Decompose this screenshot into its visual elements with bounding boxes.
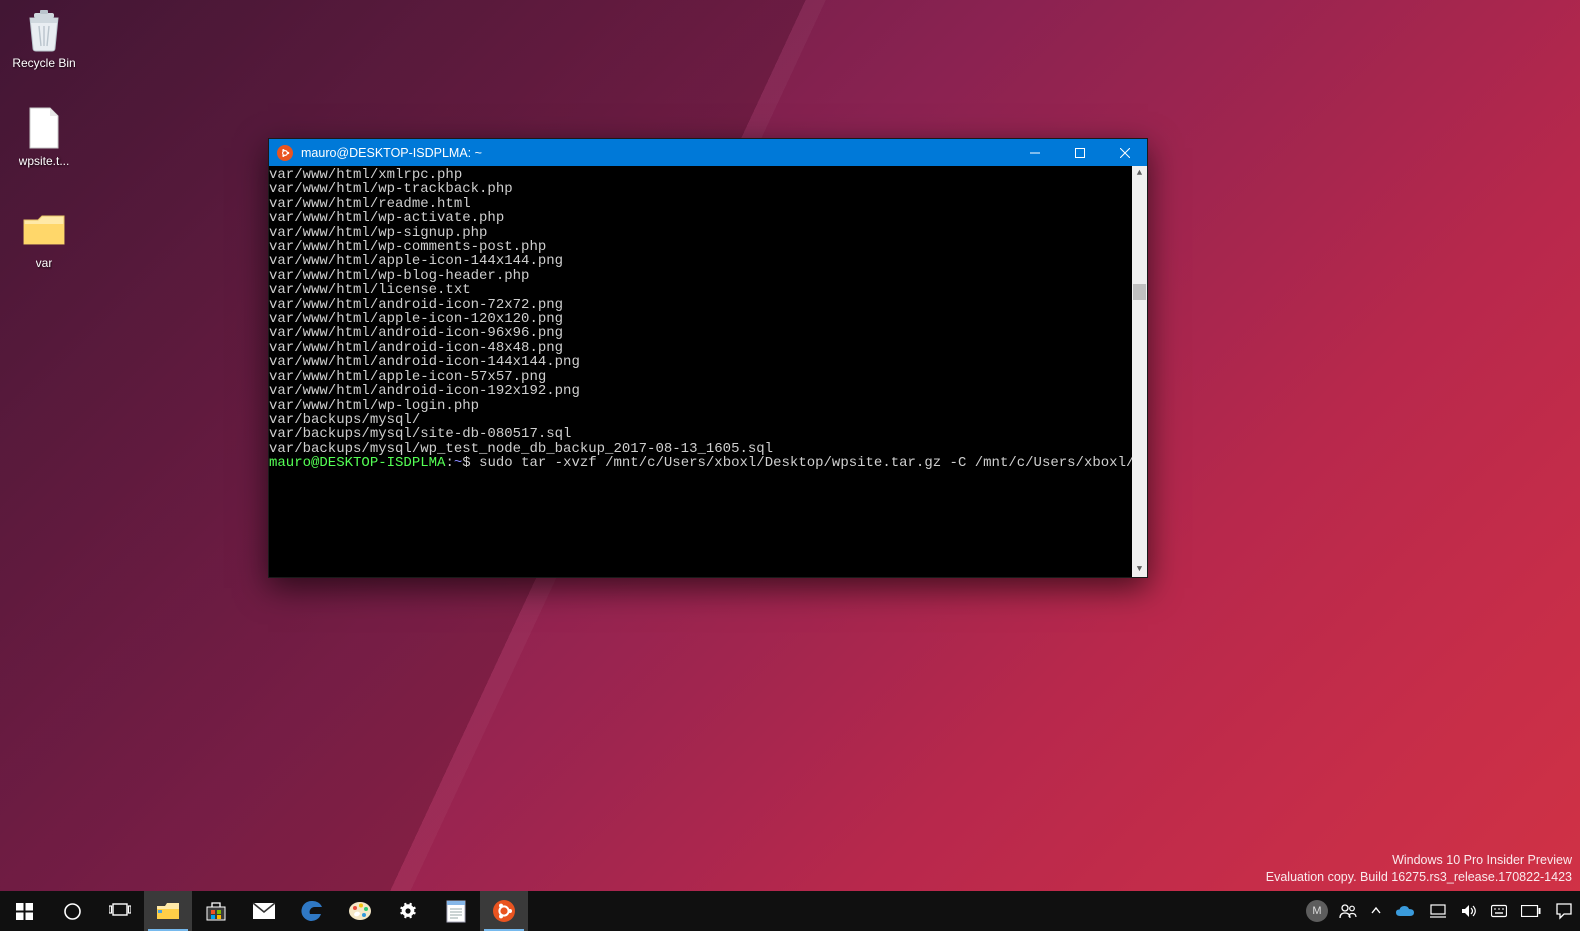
desktop-icon-label: wpsite.t...: [19, 154, 70, 168]
terminal-output-line: var/www/html/apple-icon-144x144.png: [269, 254, 1132, 268]
start-button[interactable]: [0, 891, 48, 931]
file-explorer-button[interactable]: [144, 891, 192, 931]
terminal-output-line: var/www/html/wp-blog-header.php: [269, 269, 1132, 283]
terminal-window: mauro@DESKTOP-ISDPLMA: ~ var/www/html/xm…: [268, 138, 1148, 578]
desktop-icon-recycle-bin[interactable]: Recycle Bin: [6, 6, 82, 70]
scroll-up-icon[interactable]: ▲: [1132, 166, 1147, 181]
volume-button[interactable]: [1454, 891, 1484, 931]
battery-button[interactable]: [1514, 891, 1548, 931]
taskview-icon: [109, 903, 131, 919]
paint-button[interactable]: [336, 891, 384, 931]
terminal-output-line: var/www/html/wp-comments-post.php: [269, 240, 1132, 254]
desktop-icon-label: Recycle Bin: [12, 56, 75, 70]
notepad-button[interactable]: [432, 891, 480, 931]
system-tray: M: [1302, 891, 1580, 931]
mail-icon: [252, 902, 276, 920]
store-button[interactable]: [192, 891, 240, 931]
terminal-output-line: var/www/html/readme.html: [269, 197, 1132, 211]
keyboard-icon: [1491, 903, 1507, 919]
network-icon: [1429, 904, 1447, 918]
desktop-icon-var-folder[interactable]: var: [6, 206, 82, 270]
people-button[interactable]: [1332, 891, 1364, 931]
terminal-output-line: var/www/html/android-icon-96x96.png: [269, 326, 1132, 340]
terminal-output-line: var/www/html/license.txt: [269, 283, 1132, 297]
terminal-output-line: var/backups/mysql/wp_test_node_db_backup…: [269, 442, 1132, 456]
terminal-output-line: var/www/html/xmlrpc.php: [269, 168, 1132, 182]
prompt-dollar: $: [462, 455, 470, 471]
scroll-down-icon[interactable]: ▼: [1132, 562, 1147, 577]
ime-button[interactable]: [1484, 891, 1514, 931]
show-hidden-icons-button[interactable]: [1364, 891, 1388, 931]
onedrive-button[interactable]: [1388, 891, 1422, 931]
store-icon: [205, 900, 227, 922]
network-button[interactable]: [1422, 891, 1454, 931]
terminal-output-line: var/www/html/wp-activate.php: [269, 211, 1132, 225]
titlebar[interactable]: mauro@DESKTOP-ISDPLMA: ~: [269, 139, 1147, 166]
window-title: mauro@DESKTOP-ISDPLMA: ~: [301, 146, 1012, 160]
settings-button[interactable]: [384, 891, 432, 931]
terminal-prompt-line: mauro@DESKTOP-ISDPLMA:~$ sudo tar -xvzf …: [269, 456, 1132, 470]
prompt-user-host: mauro@DESKTOP-ISDPLMA: [269, 455, 445, 471]
battery-icon: [1521, 905, 1541, 917]
ubuntu-button[interactable]: [480, 891, 528, 931]
close-button[interactable]: [1102, 139, 1147, 166]
prompt-separator: :: [445, 455, 453, 471]
recycle-bin-icon: [20, 6, 68, 54]
terminal-output-line: var/backups/mysql/: [269, 413, 1132, 427]
taskbar: M: [0, 891, 1580, 931]
user-badge[interactable]: M: [1306, 900, 1328, 922]
terminal-output-line: var/www/html/wp-login.php: [269, 399, 1132, 413]
action-center-button[interactable]: [1548, 891, 1580, 931]
maximize-button[interactable]: [1057, 139, 1102, 166]
watermark-line1: Windows 10 Pro Insider Preview: [1266, 852, 1572, 869]
folder-icon: [156, 901, 180, 921]
terminal-body[interactable]: var/www/html/xmlrpc.phpvar/www/html/wp-t…: [269, 166, 1147, 577]
terminal-output: var/www/html/xmlrpc.phpvar/www/html/wp-t…: [269, 166, 1132, 577]
scroll-thumb[interactable]: [1133, 284, 1146, 300]
mail-button[interactable]: [240, 891, 288, 931]
terminal-output-line: var/www/html/apple-icon-57x57.png: [269, 370, 1132, 384]
terminal-output-line: var/www/html/wp-signup.php: [269, 226, 1132, 240]
window-controls: [1012, 139, 1147, 166]
gear-icon: [398, 901, 418, 921]
people-icon: [1339, 902, 1357, 920]
taskview-button[interactable]: [96, 891, 144, 931]
edge-icon: [301, 900, 323, 922]
terminal-output-line: var/www/html/wp-trackback.php: [269, 182, 1132, 196]
terminal-output-line: var/www/html/android-icon-192x192.png: [269, 384, 1132, 398]
volume-icon: [1461, 903, 1477, 919]
windows-logo-icon: [16, 903, 33, 920]
cloud-icon: [1395, 904, 1415, 918]
cortana-icon: [63, 902, 82, 921]
terminal-output-line: var/www/html/android-icon-48x48.png: [269, 341, 1132, 355]
file-icon: [20, 104, 68, 152]
scrollbar[interactable]: ▲ ▼: [1132, 166, 1147, 577]
terminal-output-line: var/www/html/android-icon-144x144.png: [269, 355, 1132, 369]
edge-button[interactable]: [288, 891, 336, 931]
chevron-up-icon: [1371, 906, 1381, 916]
notepad-icon: [446, 899, 466, 923]
windows-watermark: Windows 10 Pro Insider Preview Evaluatio…: [1266, 852, 1572, 886]
desktop-icon-wpsite-file[interactable]: wpsite.t...: [6, 104, 82, 168]
palette-icon: [348, 900, 372, 922]
desktop-icon-label: var: [36, 256, 53, 270]
ubuntu-icon: [493, 900, 515, 922]
folder-icon: [20, 206, 68, 254]
watermark-line2: Evaluation copy. Build 16275.rs3_release…: [1266, 869, 1572, 886]
terminal-output-line: var/www/html/android-icon-72x72.png: [269, 298, 1132, 312]
cortana-button[interactable]: [48, 891, 96, 931]
minimize-button[interactable]: [1012, 139, 1057, 166]
prompt-command: sudo tar -xvzf /mnt/c/Users/xboxl/Deskto…: [479, 455, 1132, 471]
ubuntu-icon: [277, 145, 293, 161]
action-center-icon: [1555, 902, 1573, 920]
terminal-output-line: var/www/html/apple-icon-120x120.png: [269, 312, 1132, 326]
prompt-path: ~: [454, 455, 462, 471]
terminal-output-line: var/backups/mysql/site-db-080517.sql: [269, 427, 1132, 441]
